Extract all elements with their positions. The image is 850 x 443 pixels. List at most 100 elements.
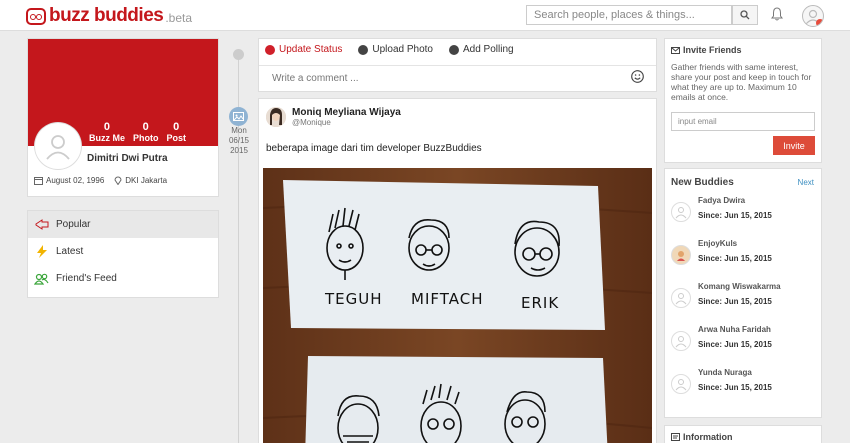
notification-bell-icon[interactable] xyxy=(771,7,783,21)
information-title: Information xyxy=(671,432,733,442)
stat-value: 0 xyxy=(142,121,149,133)
profile-avatar[interactable] xyxy=(35,123,81,169)
logo-beta-label: .beta xyxy=(165,11,193,25)
default-user-icon xyxy=(675,207,687,219)
location-item: DKI Jakarta xyxy=(114,175,167,185)
invite-email-input[interactable] xyxy=(671,112,815,131)
search-icon xyxy=(740,10,750,20)
feed-post: Moniq Meyliana Wijaya @Monique beberapa … xyxy=(258,98,657,443)
since-label: Since: xyxy=(698,297,723,306)
birthday-item: August 02, 1996 xyxy=(34,176,104,185)
post-author-name[interactable]: Moniq Meyliana Wijaya xyxy=(292,107,401,118)
tab-update-status[interactable]: Update Status xyxy=(265,44,342,55)
buddy-item[interactable]: Yunda Nuraga Since: Jun 15, 2015 xyxy=(671,366,817,402)
feed-menu: Popular Latest Friend's Feed xyxy=(27,210,219,298)
tab-add-polling[interactable]: Add Polling xyxy=(448,44,514,55)
tab-label: Update Status xyxy=(279,44,343,55)
default-user-icon xyxy=(675,336,687,348)
buzz-logo-icon xyxy=(26,7,46,25)
calendar-icon xyxy=(34,176,43,185)
invite-button[interactable]: Invite xyxy=(773,136,815,155)
buddy-since: Since: Jun 15, 2015 xyxy=(698,383,772,392)
search-button[interactable] xyxy=(732,5,758,25)
profile-name[interactable]: Dimitri Dwi Putra xyxy=(87,153,168,164)
buddy-name[interactable]: EnjoyKuls xyxy=(698,239,737,248)
sketch-name-3: ERIK xyxy=(521,294,559,312)
invite-description: Gather friends with same interest, share… xyxy=(671,62,812,102)
friends-icon xyxy=(34,273,49,285)
buddy-name[interactable]: Arwa Nuha Faridah xyxy=(698,325,771,334)
composer-tabs: Update Status Upload Photo Add Polling xyxy=(265,44,514,55)
buddy-name[interactable]: Komang Wiswakarma xyxy=(698,282,781,291)
timeline-day: Mon xyxy=(231,126,247,135)
new-buddies-card: New Buddies Next Fadya Dwira Since: Jun … xyxy=(664,168,822,418)
since-label: Since: xyxy=(698,383,723,392)
post-author-handle[interactable]: @Monique xyxy=(292,118,331,127)
since-label: Since: xyxy=(698,254,723,263)
default-user-icon xyxy=(46,135,70,160)
location-text: DKI Jakarta xyxy=(125,175,168,185)
buddy-item[interactable]: Fadya Dwira Since: Jun 15, 2015 xyxy=(671,194,817,230)
stat-post[interactable]: 0 Post xyxy=(166,121,186,144)
invite-title: Invite Friends xyxy=(671,45,742,55)
stat-label: Buzz Me xyxy=(88,133,125,143)
stat-value: 0 xyxy=(103,121,111,133)
timeline-date: Mon 06/15 2015 xyxy=(224,126,254,156)
invite-title-text: Invite Friends xyxy=(683,45,742,55)
timeline-month-day: 06/15 xyxy=(228,136,250,145)
buddy-since: Since: Jun 15, 2015 xyxy=(698,211,772,220)
profile-meta: August 02, 1996 DKI Jakarta xyxy=(34,175,167,185)
notification-dot xyxy=(816,19,823,26)
menu-item-latest[interactable]: Latest xyxy=(28,238,218,265)
timeline-dot xyxy=(233,49,244,60)
menu-item-friends-feed[interactable]: Friend's Feed xyxy=(28,265,218,292)
stat-buzz-me[interactable]: 0 Buzz Me xyxy=(88,121,125,144)
buddy-since: Since: Jun 15, 2015 xyxy=(698,254,772,263)
buddy-since: Since: Jun 15, 2015 xyxy=(698,340,772,349)
post-composer: Update Status Upload Photo Add Polling W… xyxy=(258,38,657,92)
buddy-name[interactable]: Fadya Dwira xyxy=(698,196,745,205)
comment-placeholder: Write a comment ... xyxy=(272,73,359,84)
tab-label: Add Polling xyxy=(462,44,514,55)
buddy-item[interactable]: EnjoyKuls Since: Jun 15, 2015 xyxy=(671,237,817,273)
buddy-since: Since: Jun 15, 2015 xyxy=(698,297,772,306)
emoji-smiley-icon[interactable] xyxy=(631,70,644,83)
photo-post-icon xyxy=(229,107,248,126)
comment-input[interactable]: Write a comment ... xyxy=(259,65,656,91)
post-text: beberapa image dari tim developer BuzzBu… xyxy=(266,143,482,154)
information-title-text: Information xyxy=(683,432,733,442)
birthday-text: August 02, 1996 xyxy=(46,175,105,185)
sketch-name-2: MIFTACH xyxy=(411,290,483,308)
status-bullet-icon xyxy=(265,44,275,55)
menu-item-popular[interactable]: Popular xyxy=(28,211,218,238)
tab-upload-photo[interactable]: Upload Photo xyxy=(358,44,433,55)
buddy-avatar xyxy=(671,202,691,222)
post-author-avatar[interactable] xyxy=(266,107,286,127)
new-buddies-next-link[interactable]: Next xyxy=(798,178,814,187)
buddy-name[interactable]: Yunda Nuraga xyxy=(698,368,752,377)
logo[interactable]: buzz buddies .beta xyxy=(26,5,192,27)
since-date: Jun 15, 2015 xyxy=(724,340,772,349)
top-navbar: buzz buddies .beta xyxy=(0,0,850,31)
since-date: Jun 15, 2015 xyxy=(724,297,772,306)
profile-card: 0 Buzz Me 0 Photo 0 Post Dimitri Dwi Put… xyxy=(27,38,219,197)
menu-item-label: Popular xyxy=(56,219,91,230)
buddy-avatar xyxy=(671,288,691,308)
timeline-year: 2015 xyxy=(230,146,248,155)
search-input[interactable] xyxy=(526,5,732,25)
stat-label: Post xyxy=(166,133,186,143)
map-pin-icon xyxy=(114,176,122,185)
invite-friends-card: Invite Friends Gather friends with same … xyxy=(664,38,822,163)
buddy-item[interactable]: Arwa Nuha Faridah Since: Jun 15, 2015 xyxy=(671,323,817,359)
sketch-name-1: TEGUH xyxy=(324,290,383,308)
post-photo[interactable]: TEGUH MIFTACH ERIK xyxy=(263,168,652,443)
stat-photo[interactable]: 0 Photo xyxy=(133,121,159,144)
menu-item-label: Friend's Feed xyxy=(56,273,117,284)
new-buddies-title: New Buddies xyxy=(671,177,734,188)
buddy-item[interactable]: Komang Wiswakarma Since: Jun 15, 2015 xyxy=(671,280,817,316)
stat-value: 0 xyxy=(173,121,180,133)
user-photo-icon xyxy=(677,251,685,261)
user-avatar-button[interactable] xyxy=(802,5,824,27)
lightning-icon xyxy=(34,245,49,258)
tab-label: Upload Photo xyxy=(372,44,433,55)
